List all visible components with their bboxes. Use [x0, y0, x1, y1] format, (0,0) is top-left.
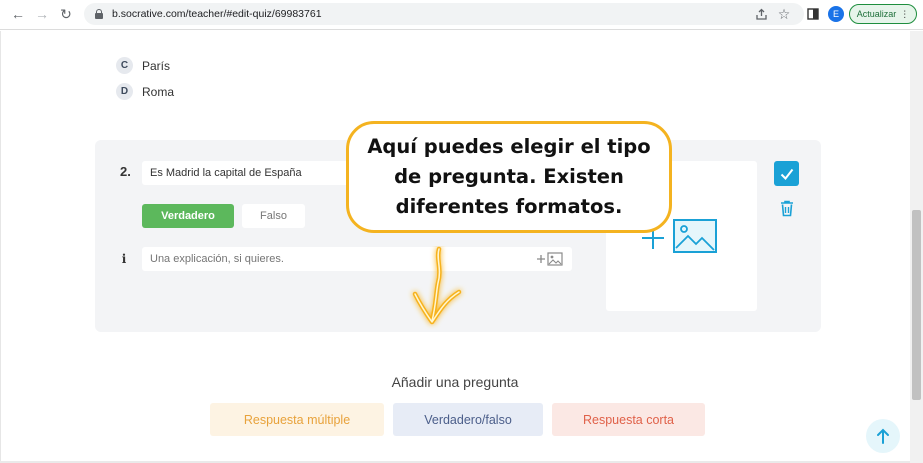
lock-icon: [94, 9, 104, 19]
multiple-choice-button[interactable]: Respuesta múltiple: [210, 403, 384, 436]
browser-toolbar: ← → ↻ b.socrative.com/teacher/#edit-quiz…: [0, 0, 923, 30]
arrow-up-icon: [877, 428, 889, 444]
back-icon[interactable]: ←: [8, 4, 28, 24]
info-icon: i: [121, 252, 127, 266]
explanation-input[interactable]: [142, 247, 572, 271]
menu-dots-icon: ⋮: [900, 8, 910, 19]
true-answer-button[interactable]: Verdadero: [142, 204, 234, 228]
option-text: París: [142, 58, 171, 73]
profile-avatar[interactable]: E: [828, 6, 844, 22]
update-button[interactable]: Actualizar ⋮: [849, 4, 917, 24]
trash-icon[interactable]: [778, 199, 796, 217]
scroll-to-top-button[interactable]: [866, 419, 900, 453]
add-question-title: Añadir una pregunta: [391, 374, 519, 390]
false-answer-button[interactable]: Falso: [242, 204, 305, 228]
sidepanel-icon[interactable]: [804, 5, 822, 23]
update-label: Actualizar: [856, 9, 897, 19]
save-check-button[interactable]: [774, 161, 799, 186]
question-text-input[interactable]: Es Madrid la capital de España: [142, 161, 354, 185]
option-letter: D: [116, 83, 133, 100]
forward-icon[interactable]: →: [32, 4, 52, 24]
option-c: C París: [116, 57, 170, 74]
question-number: 2.: [120, 164, 131, 179]
option-d: D Roma: [116, 83, 174, 100]
reload-icon[interactable]: ↻: [56, 4, 76, 24]
scrollbar-thumb[interactable]: [912, 210, 921, 400]
option-letter: C: [116, 57, 133, 74]
address-bar[interactable]: b.socrative.com/teacher/#edit-quiz/69983…: [84, 3, 804, 25]
url-text: b.socrative.com/teacher/#edit-quiz/69983…: [112, 8, 322, 20]
callout-text: Aquí puedes elegir el tipo de pregunta. …: [367, 135, 651, 218]
option-text: Roma: [142, 84, 175, 99]
true-false-button[interactable]: Verdadero/falso: [393, 403, 543, 436]
share-icon[interactable]: [752, 5, 770, 23]
check-icon: [780, 168, 793, 180]
pointer-arrow-icon: [412, 246, 462, 325]
bookmark-icon[interactable]: ☆: [775, 5, 793, 23]
add-image-icon[interactable]: [536, 251, 564, 267]
tutorial-callout: Aquí puedes elegir el tipo de pregunta. …: [346, 121, 672, 233]
short-answer-button[interactable]: Respuesta corta: [552, 403, 705, 436]
